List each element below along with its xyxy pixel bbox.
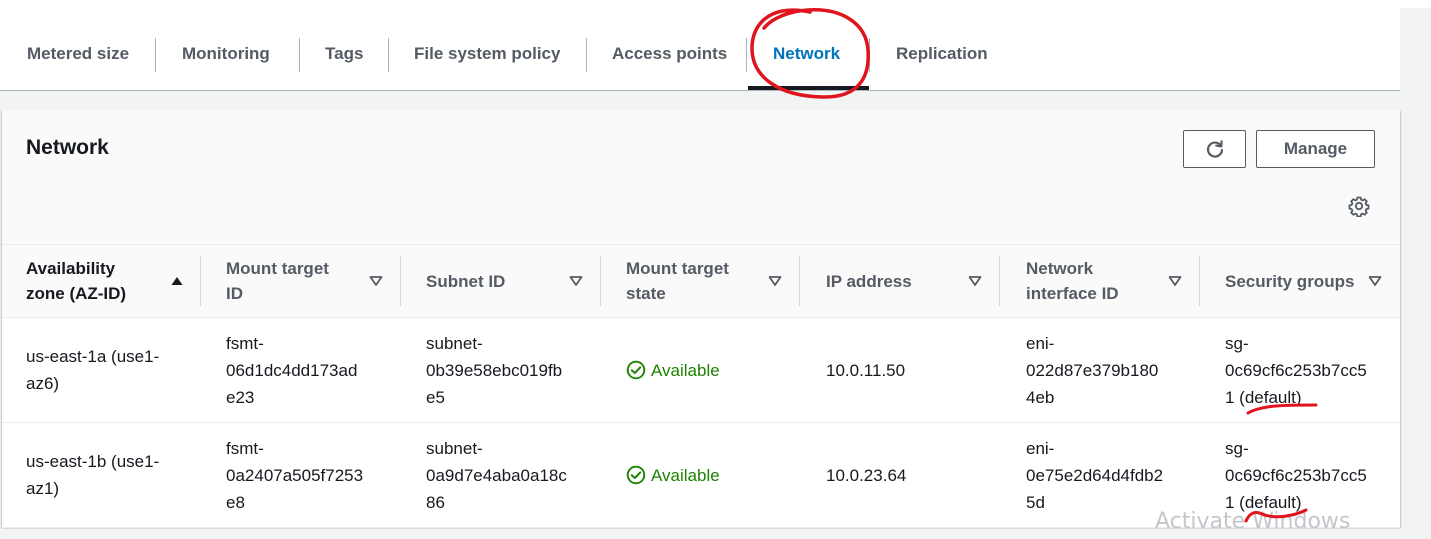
cell-ip-address: 10.0.23.64 bbox=[826, 465, 907, 485]
tab-separator bbox=[746, 38, 747, 72]
column-header-ip-address[interactable]: IP address bbox=[826, 245, 976, 317]
panel-title: Network bbox=[26, 136, 109, 159]
column-separator bbox=[600, 256, 601, 306]
table-row: us-east-1a (use1- az6) fsmt- 06d1dc4dd173a… bbox=[2, 318, 1400, 423]
cell-network-interface-id: eni- 022d87e379b180 4eb bbox=[1026, 333, 1159, 407]
activate-windows-watermark: Activate Windows bbox=[1155, 509, 1351, 534]
tab-separator bbox=[869, 38, 870, 72]
cell-security-groups: sg- 0c69cf6c253b7cc5 1 (default) bbox=[1225, 333, 1367, 407]
cell-mount-target-id: fsmt- 06d1dc4dd173ad e23 bbox=[226, 333, 358, 407]
cell-mount-target-state: Available bbox=[626, 318, 796, 422]
cell-availability-zone: us-east-1a (use1- az6) bbox=[26, 347, 160, 393]
column-header-subnet-id[interactable]: Subnet ID bbox=[426, 245, 576, 317]
cell-subnet-id: subnet- 0a9d7e4aba0a18c 86 bbox=[426, 438, 567, 512]
cell-mount-target-id: fsmt- 0a2407a505f7253 e8 bbox=[226, 438, 364, 512]
tab-replication[interactable]: Replication bbox=[896, 44, 988, 64]
tab-separator bbox=[299, 38, 300, 72]
column-header-availability-zone[interactable]: Availability zone (AZ-ID) bbox=[26, 245, 176, 317]
tab-tags[interactable]: Tags bbox=[325, 44, 363, 64]
tab-separator bbox=[388, 38, 389, 72]
active-tab-indicator bbox=[748, 86, 869, 90]
tab-separator bbox=[586, 38, 587, 72]
tab-access-points[interactable]: Access points bbox=[612, 44, 727, 64]
top-strip bbox=[0, 0, 1431, 8]
manage-button[interactable]: Manage bbox=[1256, 130, 1375, 168]
column-header-mount-target-id[interactable]: Mount target ID bbox=[226, 245, 376, 317]
gear-icon[interactable] bbox=[1348, 195, 1370, 217]
cell-ip-address: 10.0.11.50 bbox=[826, 360, 906, 380]
cell-availability-zone: us-east-1b (use1- az1) bbox=[26, 452, 160, 498]
tab-monitoring[interactable]: Monitoring bbox=[182, 44, 270, 64]
check-circle-icon bbox=[626, 360, 646, 380]
table-header: Availability zone (AZ-ID) Mount target ID … bbox=[2, 245, 1400, 318]
network-panel: Network Manage Availability zone (AZ-ID) … bbox=[2, 110, 1400, 528]
column-separator bbox=[1199, 256, 1200, 306]
column-separator bbox=[400, 256, 401, 306]
refresh-icon bbox=[1206, 140, 1223, 158]
tab-metered-size[interactable]: Metered size bbox=[27, 44, 129, 64]
column-header-security-groups[interactable]: Security groups bbox=[1225, 245, 1375, 317]
sort-caret-icon[interactable] bbox=[1367, 274, 1383, 288]
cell-subnet-id: subnet- 0b39e58ebc019fb e5 bbox=[426, 333, 563, 407]
check-circle-icon bbox=[626, 465, 646, 485]
status-available: Available bbox=[626, 357, 720, 384]
status-available: Available bbox=[626, 462, 720, 489]
sort-caret-icon[interactable] bbox=[1167, 274, 1183, 288]
column-header-network-interface-id[interactable]: Network interface ID bbox=[1026, 245, 1176, 317]
tab-network[interactable]: Network bbox=[773, 44, 840, 64]
sort-caret-icon[interactable] bbox=[568, 274, 584, 288]
column-separator bbox=[999, 256, 1000, 306]
cell-mount-target-state: Available bbox=[626, 423, 796, 527]
panel-header: Network Manage bbox=[2, 110, 1400, 245]
tab-bar: Metered size Monitoring Tags File system… bbox=[0, 8, 1400, 91]
sort-ascending-icon[interactable] bbox=[169, 274, 185, 288]
column-separator bbox=[799, 256, 800, 306]
sort-caret-icon[interactable] bbox=[967, 274, 983, 288]
refresh-button[interactable] bbox=[1183, 130, 1246, 168]
column-header-mount-target-state[interactable]: Mount target state bbox=[626, 245, 776, 317]
sort-caret-icon[interactable] bbox=[767, 274, 783, 288]
tab-separator bbox=[155, 38, 156, 72]
sort-caret-icon[interactable] bbox=[368, 274, 384, 288]
column-separator bbox=[200, 256, 201, 306]
tab-file-system-policy[interactable]: File system policy bbox=[414, 44, 560, 64]
